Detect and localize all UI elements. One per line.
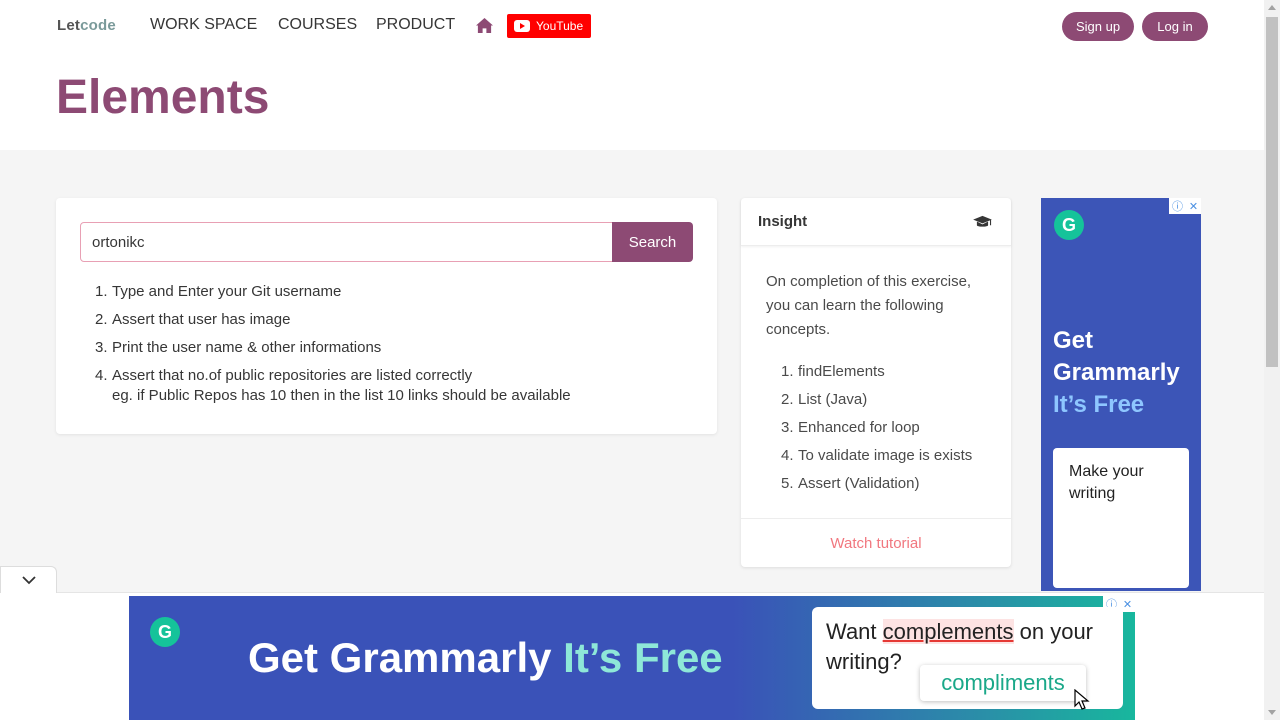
login-button[interactable]: Log in (1142, 12, 1208, 41)
insight-header: Insight (741, 198, 1011, 246)
page-title: Elements (56, 71, 270, 124)
youtube-play-icon (514, 20, 530, 32)
bottom-ad-text-box: Want complements on your writing? compli… (812, 607, 1123, 710)
page-header: Letcode WORK SPACE COURSES PRODUCT YouTu… (0, 0, 1264, 150)
insight-concepts-list: 1. findElements 2. List (Java) 3. Enhanced … (781, 358, 972, 498)
scroll-up-icon[interactable] (1268, 5, 1276, 10)
logo-suffix: code (80, 17, 116, 34)
concept-item: 4. To validate image is exists (781, 447, 973, 464)
signup-button[interactable]: Sign up (1062, 12, 1134, 41)
youtube-label: YouTube (536, 19, 584, 33)
step-item: 2. Assert that user has image (95, 311, 291, 328)
insight-card: Insight On completion of this exercise, … (741, 198, 1011, 567)
side-advertisement[interactable]: ⓘ ✕ G Get Grammarly It’s Free Make your … (1041, 198, 1201, 591)
ad-info-icon[interactable]: ⓘ (1172, 198, 1183, 214)
step-item: 1. Type and Enter your Git username (95, 283, 342, 300)
bottom-ad-headline: Get Grammarly It’s Free (248, 634, 723, 681)
grammarly-logo-icon: G (1054, 210, 1084, 240)
concept-item: 3. Enhanced for loop (781, 419, 920, 436)
bottom-advertisement[interactable]: ⓘ ✕ G Get Grammarly It’s Free Want compl… (129, 596, 1135, 720)
insight-title: Insight (758, 213, 808, 230)
collapse-ad-button[interactable] (0, 566, 57, 593)
nav-workspace[interactable]: WORK SPACE (150, 16, 257, 34)
insight-description: On completion of this exercise, you can … (766, 273, 972, 338)
home-icon[interactable] (475, 17, 494, 34)
concept-item: 5. Assert (Validation) (781, 475, 920, 492)
concept-item: 2. List (Java) (781, 391, 868, 408)
suggestion-chip: compliments (920, 665, 1086, 701)
concept-item: 1. findElements (781, 363, 885, 380)
logo[interactable]: Letcode (57, 17, 116, 34)
step-example: eg. if Public Repos has 10 then in the l… (112, 387, 571, 404)
ad-controls[interactable]: ⓘ ✕ (1169, 198, 1201, 214)
nav-product[interactable]: PRODUCT (376, 16, 455, 34)
nav-courses[interactable]: COURSES (278, 16, 357, 34)
search-button[interactable]: Search (612, 222, 693, 262)
step-item: 4. Assert that no.of public repositories … (95, 367, 571, 404)
watch-tutorial-link[interactable]: Watch tutorial (741, 518, 1011, 567)
side-ad-text-box: Make your writing (1053, 448, 1189, 588)
youtube-button[interactable]: YouTube (507, 14, 591, 38)
bottom-ad-close-icon[interactable]: ✕ (1123, 598, 1132, 611)
side-ad-headline: Get Grammarly It’s Free (1053, 327, 1180, 418)
grammarly-logo-icon: G (150, 617, 180, 647)
chevron-down-icon (21, 575, 36, 584)
mouse-cursor-icon (1074, 689, 1090, 710)
scroll-down-icon[interactable] (1268, 710, 1276, 715)
username-search-input[interactable] (80, 222, 613, 262)
navbar: Letcode WORK SPACE COURSES PRODUCT YouTu… (0, 0, 1264, 52)
exercise-card: Search 1.Type and Enter your Git usernam… (56, 198, 717, 434)
logo-prefix: Let (57, 17, 81, 34)
ad-close-icon[interactable]: ✕ (1189, 200, 1198, 213)
step-item: 3. Print the user name & other informatio… (95, 339, 382, 356)
scroll-thumb[interactable] (1266, 17, 1278, 367)
page-scrollbar[interactable] (1264, 0, 1280, 720)
graduation-cap-icon (973, 215, 992, 227)
steps-list: 1. Type and Enter your Git username 2. Ass… (95, 278, 571, 406)
